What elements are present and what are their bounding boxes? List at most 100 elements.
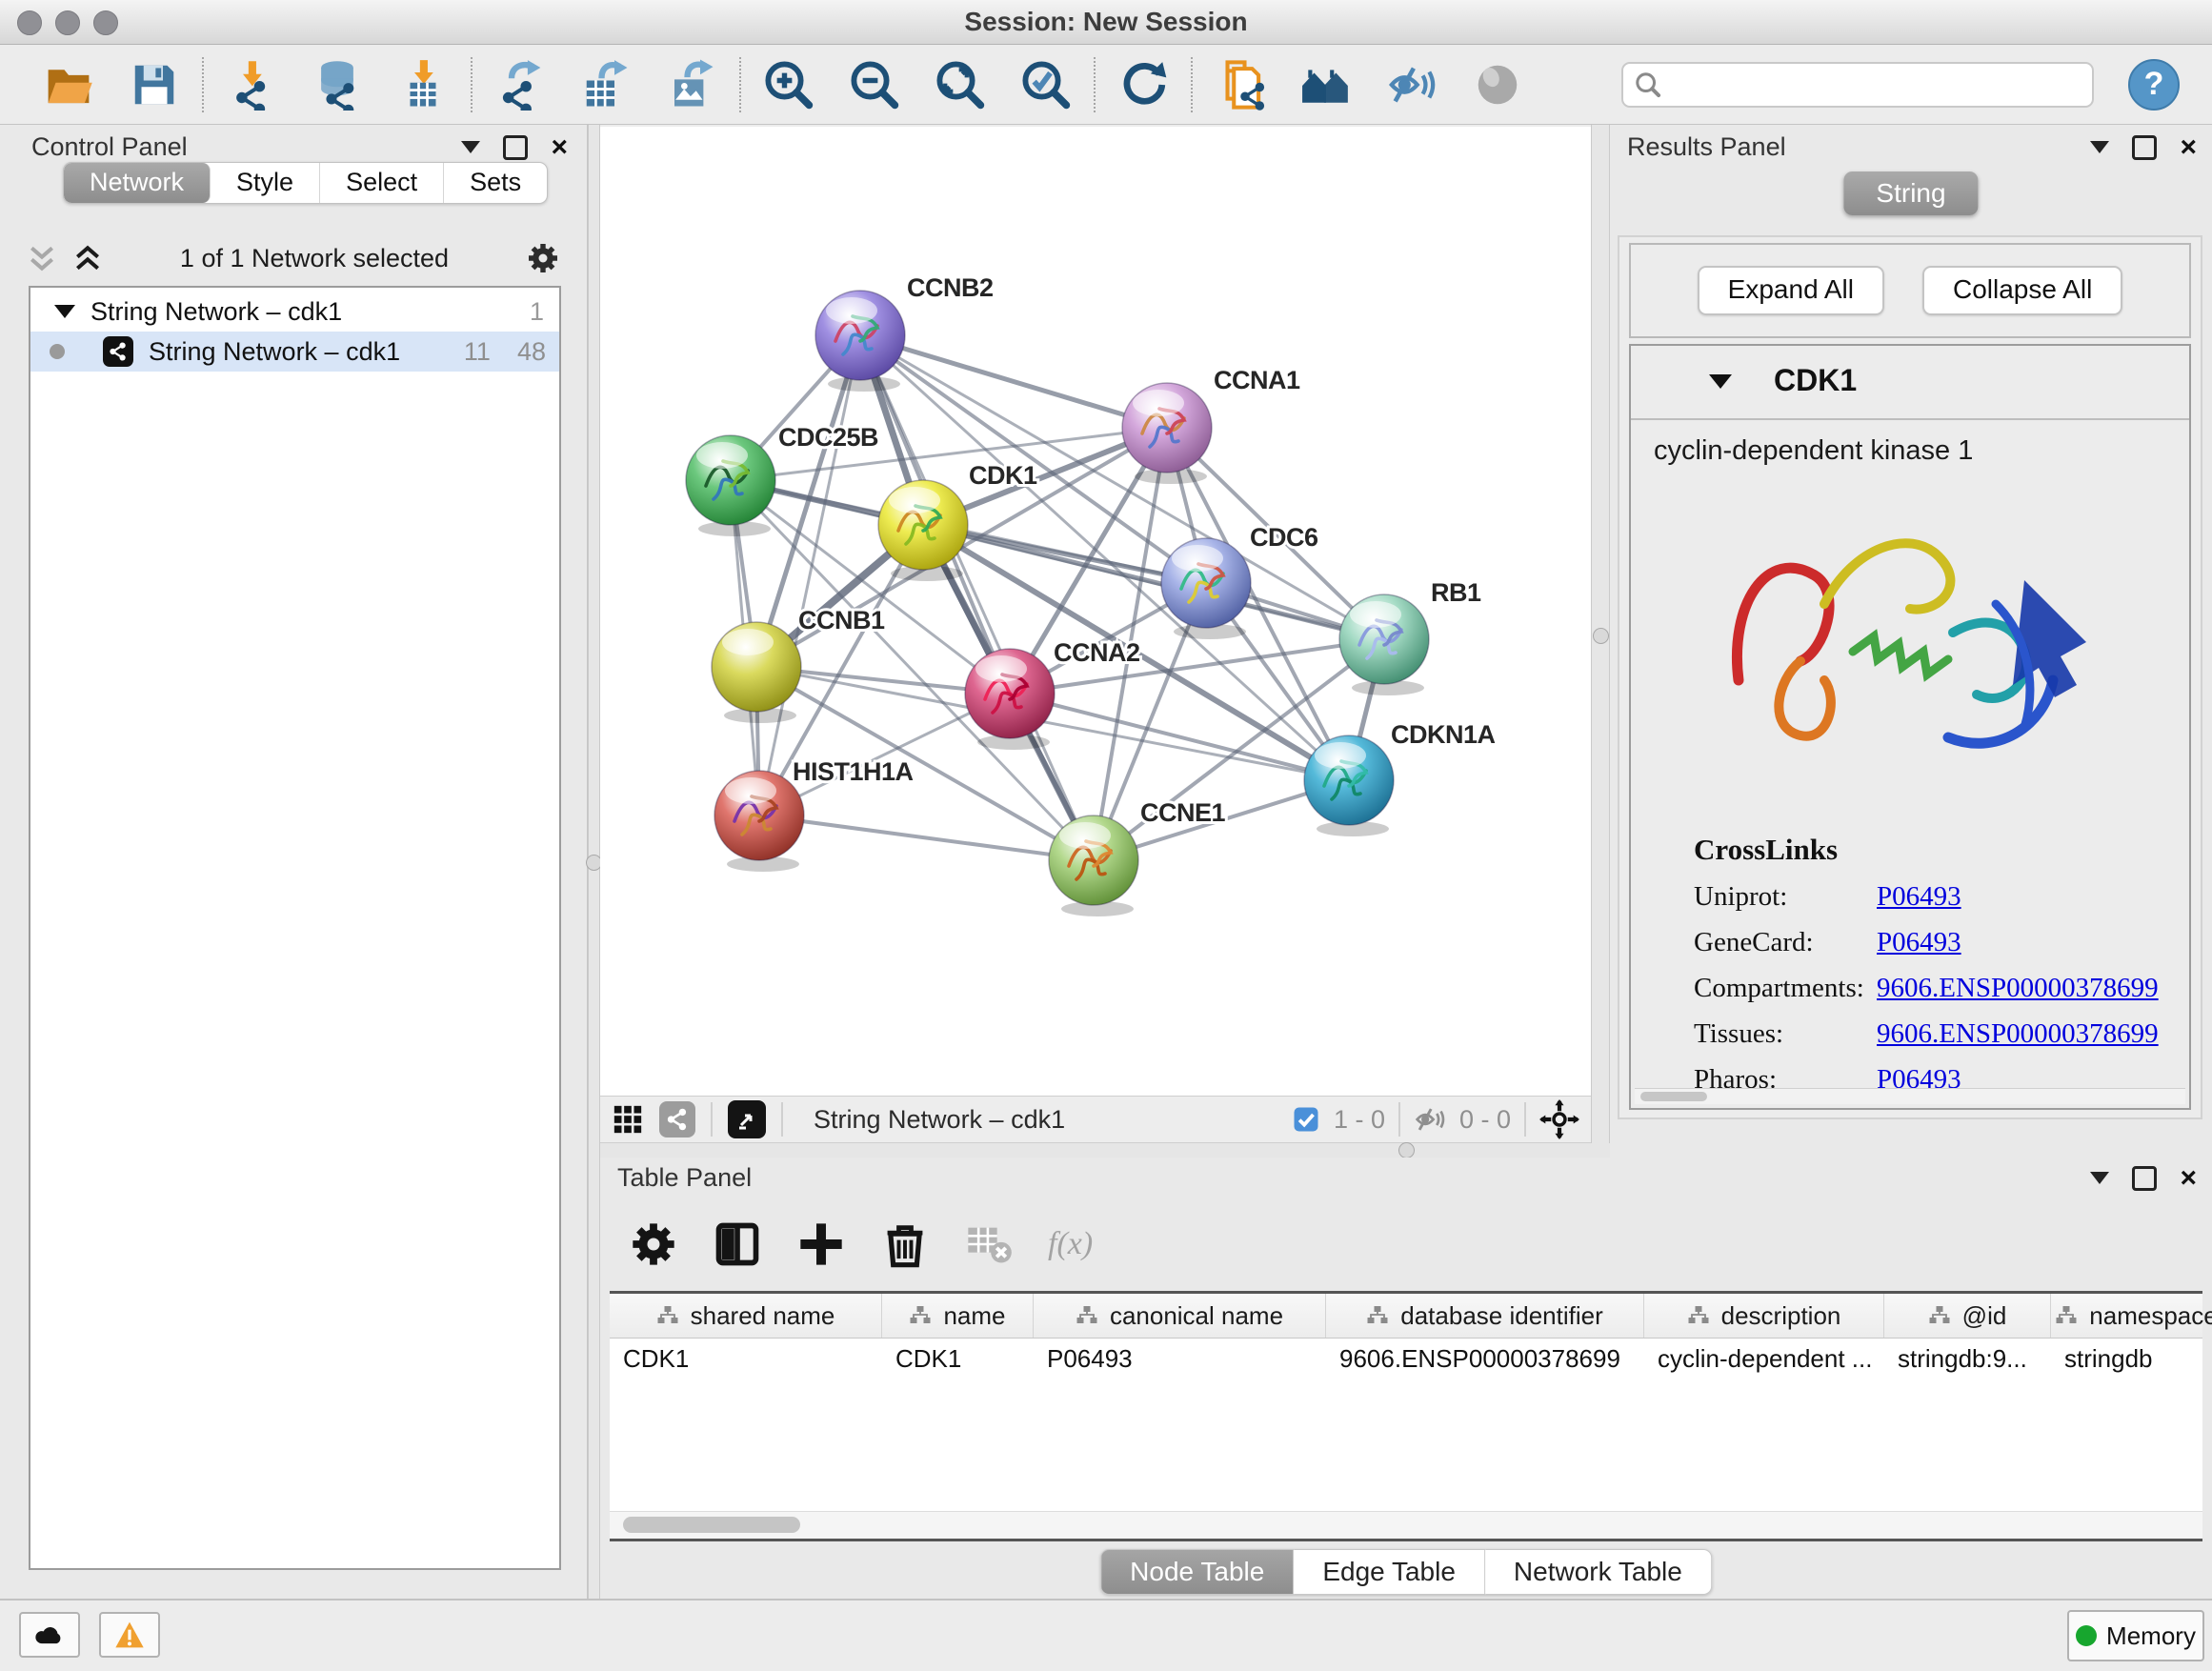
column-header-description[interactable]: description [1644, 1294, 1884, 1338]
table-scrollbar-thumb[interactable] [623, 1517, 800, 1533]
import-network-from-database-button[interactable] [309, 56, 366, 113]
collection-expand-icon[interactable] [54, 305, 75, 318]
zoom-selected-button[interactable] [1017, 56, 1075, 113]
show-columns-icon[interactable] [713, 1219, 762, 1269]
export-table-button[interactable] [577, 56, 634, 113]
network-node-RB1[interactable] [1339, 594, 1429, 695]
table-row: CDK1CDK1P064939606.ENSP00000378699cyclin… [610, 1339, 2202, 1379]
network-node-CCNA2[interactable] [965, 649, 1055, 750]
entry-header[interactable]: CDK1 [1631, 346, 2189, 420]
network-node-CCNB2[interactable] [815, 291, 905, 392]
zoom-in-button[interactable] [760, 56, 817, 113]
column-header-canonical-name[interactable]: canonical name [1034, 1294, 1326, 1338]
current-network-name: String Network – cdk1 [814, 1105, 1065, 1135]
clone-network-button[interactable] [1212, 56, 1269, 113]
tab-string[interactable]: String [1843, 171, 1978, 215]
control-panel-float-icon[interactable] [503, 135, 528, 160]
column-header-name[interactable]: name [882, 1294, 1034, 1338]
cell-database-identifier[interactable]: 9606.ENSP00000378699 [1326, 1339, 1644, 1379]
tab-select[interactable]: Select [320, 163, 444, 203]
tab-network-table[interactable]: Network Table [1485, 1549, 1712, 1595]
tab-network[interactable]: Network [64, 163, 211, 203]
apply-layout-button[interactable] [1115, 56, 1172, 113]
warnings-button[interactable] [99, 1612, 160, 1658]
table-panel-close-icon[interactable]: × [2180, 1169, 2197, 1188]
crosslink-link-uniprot[interactable]: P06493 [1877, 881, 1961, 913]
tab-node-table[interactable]: Node Table [1100, 1549, 1294, 1595]
crosslink-link-compartments[interactable]: 9606.ENSP00000378699 [1877, 973, 2159, 1004]
expand-all-icon[interactable] [72, 243, 103, 273]
zoom-fit-button[interactable] [932, 56, 989, 113]
control-panel-close-icon[interactable]: × [551, 138, 568, 157]
table-panel-menu-icon[interactable] [2090, 1172, 2109, 1184]
results-scrollbar[interactable] [1635, 1088, 2185, 1104]
birds-eye-grid-icon[interactable] [612, 1103, 644, 1136]
collapse-all-icon[interactable] [27, 243, 57, 273]
right-splitter-handle[interactable] [1593, 628, 1609, 644]
network-row-selected[interactable]: String Network – cdk1 11 48 [30, 332, 559, 372]
column-header-database-identifier[interactable]: database identifier [1326, 1294, 1644, 1338]
cell-canonical-name[interactable]: P06493 [1034, 1339, 1326, 1379]
results-panel-float-icon[interactable] [2132, 135, 2157, 160]
network-collection-row[interactable]: String Network – cdk1 1 [30, 292, 559, 332]
memory-status-dot [2076, 1625, 2097, 1646]
tab-style[interactable]: Style [211, 163, 320, 203]
export-network-button[interactable] [492, 56, 549, 113]
cell-description[interactable]: cyclin-dependent ... [1644, 1339, 1884, 1379]
add-row-plus-icon[interactable] [796, 1219, 846, 1269]
hide-details-eye-button[interactable] [1383, 56, 1440, 113]
crosslink-link-genecard[interactable]: P06493 [1877, 927, 1961, 958]
search-input[interactable] [1671, 69, 2081, 100]
search-box[interactable] [1621, 62, 2094, 108]
hidden-eye-slash-icon[interactable] [1414, 1105, 1446, 1134]
control-panel-menu-icon[interactable] [461, 141, 480, 153]
cell-name[interactable]: CDK1 [882, 1339, 1034, 1379]
pan-crosshair-icon[interactable] [1539, 1099, 1579, 1139]
left-splitter[interactable] [588, 125, 600, 1601]
network-node-CDKN1A[interactable] [1304, 735, 1394, 836]
cell-shared-name[interactable]: CDK1 [610, 1339, 882, 1379]
save-session-button[interactable] [126, 56, 183, 113]
tab-edge-table[interactable]: Edge Table [1294, 1549, 1485, 1595]
network-node-HIST1H1A[interactable] [714, 771, 804, 872]
results-panel-close-icon[interactable]: × [2180, 138, 2197, 157]
network-share-icon[interactable] [659, 1101, 695, 1137]
import-network-button[interactable] [223, 56, 280, 113]
expand-all-button[interactable]: Expand All [1698, 266, 1884, 315]
cell-id[interactable]: stringdb:9... [1884, 1339, 2051, 1379]
memory-button[interactable]: Memory [2067, 1610, 2204, 1661]
network-canvas[interactable]: CCNB2CCNA1CDC25BCDK1CDC6RB1CCNB1CCNA2CDK… [600, 127, 1591, 1096]
network-node-CDK1[interactable] [878, 480, 968, 581]
network-options-gear-icon[interactable] [526, 241, 560, 275]
results-panel-menu-icon[interactable] [2090, 141, 2109, 153]
results-scrollbar-thumb[interactable] [1640, 1092, 1707, 1101]
column-header-shared-name[interactable]: shared name [610, 1294, 882, 1338]
network-node-CCNE1[interactable] [1049, 815, 1138, 916]
crosslink-link-tissues[interactable]: 9606.ENSP00000378699 [1877, 1018, 2159, 1050]
network-node-CCNA1[interactable] [1122, 383, 1212, 484]
cloud-button[interactable] [19, 1612, 80, 1658]
cell-namespace[interactable]: stringdb [2051, 1339, 2212, 1379]
column-header-namespace[interactable]: namespace [2051, 1294, 2212, 1338]
home-button[interactable] [1297, 56, 1355, 113]
horizontal-splitter-handle[interactable] [1398, 1142, 1415, 1158]
selected-nodes-checkbox-icon[interactable] [1292, 1105, 1320, 1134]
entry-collapse-icon[interactable] [1709, 374, 1732, 389]
table-scrollbar[interactable] [610, 1511, 2202, 1539]
table-panel-float-icon[interactable] [2132, 1166, 2157, 1191]
network-node-CDC25B[interactable] [686, 435, 775, 536]
column-header-id[interactable]: @id [1884, 1294, 2051, 1338]
import-table-button[interactable] [394, 56, 452, 113]
tab-sets[interactable]: Sets [444, 163, 547, 203]
zoom-out-button[interactable] [846, 56, 903, 113]
show-details-eye-button[interactable] [1469, 56, 1526, 113]
delete-trash-icon[interactable] [880, 1219, 930, 1269]
help-button[interactable]: ? [2128, 59, 2180, 111]
export-image-button[interactable] [663, 56, 720, 113]
open-session-button[interactable] [40, 56, 97, 113]
network-node-CCNB1[interactable] [712, 622, 801, 723]
table-gear-icon[interactable] [629, 1219, 678, 1269]
export-view-icon[interactable] [728, 1100, 766, 1138]
right-splitter[interactable] [1591, 125, 1610, 1158]
collapse-all-button[interactable]: Collapse All [1922, 266, 2122, 315]
